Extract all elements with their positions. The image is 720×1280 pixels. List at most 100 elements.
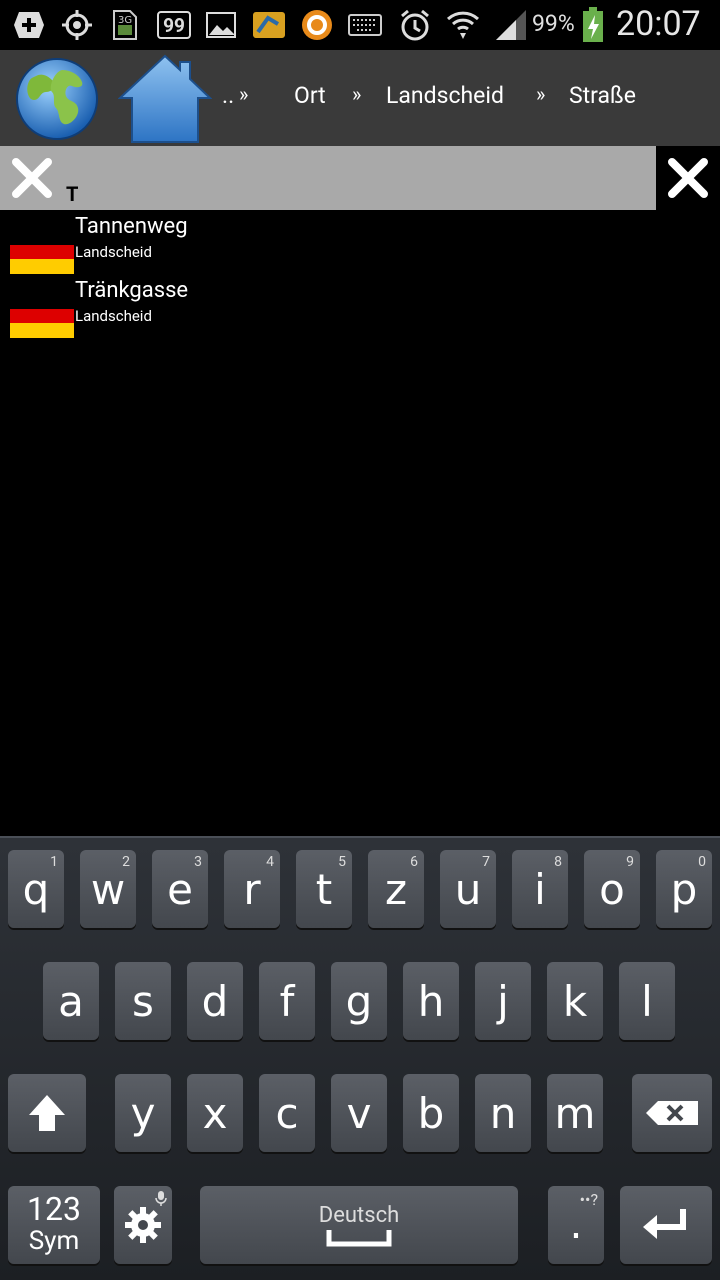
app-icon	[252, 8, 286, 42]
key-label: k	[562, 976, 588, 1026]
key[interactable]: y	[115, 1074, 171, 1152]
key-number-hint: 1	[50, 854, 58, 870]
clear-search-icon[interactable]	[10, 156, 54, 200]
space-key[interactable]: Deutsch	[200, 1186, 518, 1264]
key-label: i	[534, 864, 546, 914]
key[interactable]: x	[187, 1074, 243, 1152]
key-number-hint: 3	[194, 854, 202, 870]
list-item[interactable]: Tannenweg Landscheid	[0, 210, 720, 274]
key[interactable]: a	[43, 962, 99, 1040]
key-label: s	[132, 976, 154, 1026]
key-label: u	[454, 864, 482, 914]
battery-percentage: 99%	[532, 10, 575, 37]
key[interactable]: b	[403, 1074, 459, 1152]
key[interactable]: 4r	[224, 850, 280, 928]
breadcrumb-ort[interactable]: Ort	[294, 82, 326, 109]
keyboard-icon	[348, 8, 382, 42]
key-label: b	[417, 1088, 445, 1138]
key[interactable]: n	[475, 1074, 531, 1152]
key[interactable]: j	[475, 962, 531, 1040]
key-label: e	[167, 864, 193, 914]
breadcrumb-strasse[interactable]: Straße	[569, 82, 636, 109]
key[interactable]: k	[547, 962, 603, 1040]
breadcrumb-separator: »	[239, 82, 249, 106]
breadcrumb-bar: .. » Ort » Landscheid » Straße	[0, 50, 720, 146]
key[interactable]: m	[547, 1074, 603, 1152]
globe-icon[interactable]	[14, 56, 100, 142]
wifi-icon	[446, 8, 480, 42]
key-label: n	[489, 1088, 517, 1138]
key[interactable]: f	[259, 962, 315, 1040]
key-label: f	[279, 976, 295, 1026]
breadcrumb-parent[interactable]: ..	[222, 82, 234, 109]
list-item[interactable]: Tränkgasse Landscheid	[0, 274, 720, 338]
period-key[interactable]: ••? .	[548, 1186, 604, 1264]
key-number-hint: 7	[482, 854, 490, 870]
street-name: Tannenweg	[75, 214, 188, 239]
key[interactable]: 8i	[512, 850, 568, 928]
orange-ring-icon	[300, 8, 334, 42]
key[interactable]: 3e	[152, 850, 208, 928]
enter-key[interactable]	[620, 1186, 712, 1264]
germany-flag-icon	[10, 230, 74, 274]
shift-key[interactable]	[8, 1074, 86, 1152]
key-label: d	[201, 976, 229, 1026]
search-input[interactable]: T	[66, 182, 78, 206]
key-label: w	[90, 864, 126, 914]
street-name: Tränkgasse	[75, 278, 189, 303]
key[interactable]: c	[259, 1074, 315, 1152]
microphone-icon	[155, 1191, 167, 1206]
key-label: r	[243, 864, 261, 914]
key-label: c	[275, 1088, 299, 1138]
key-label: p	[670, 864, 698, 914]
key-label: l	[641, 976, 653, 1026]
search-field[interactable]: T	[0, 146, 656, 210]
battery-charging-icon	[580, 7, 606, 42]
symbols-key-label: Sym	[28, 1226, 80, 1256]
breadcrumb-landscheid[interactable]: Landscheid	[386, 82, 504, 109]
add-icon	[12, 8, 46, 42]
settings-key[interactable]	[114, 1186, 172, 1264]
key-label: h	[417, 976, 445, 1026]
key[interactable]: v	[331, 1074, 387, 1152]
key[interactable]: 1q	[8, 850, 64, 928]
backspace-key[interactable]	[632, 1074, 712, 1152]
notification-99-icon: 99	[156, 8, 192, 42]
key[interactable]: 6z	[368, 850, 424, 928]
key-label: t	[315, 864, 333, 914]
street-town: Landscheid	[75, 307, 152, 325]
key[interactable]: 5t	[296, 850, 352, 928]
key-label: y	[130, 1088, 156, 1138]
symbols-key[interactable]: 123 Sym	[8, 1186, 100, 1264]
breadcrumb-separator: »	[352, 82, 362, 106]
status-bar: 3G 99 99% 20:07	[0, 0, 720, 50]
key-label: a	[58, 976, 84, 1026]
key-label: q	[22, 864, 50, 914]
key-label: v	[346, 1088, 372, 1138]
key[interactable]: l	[619, 962, 675, 1040]
key[interactable]: 9o	[584, 850, 640, 928]
gps-icon	[60, 8, 94, 42]
key[interactable]: 0p	[656, 850, 712, 928]
key-label: o	[599, 864, 625, 914]
key-number-hint: 9	[626, 854, 634, 870]
key[interactable]: h	[403, 962, 459, 1040]
key[interactable]: 2w	[80, 850, 136, 928]
key-label: x	[202, 1088, 228, 1138]
germany-flag-icon	[10, 294, 74, 338]
home-icon[interactable]	[117, 54, 213, 144]
breadcrumb-separator: »	[536, 82, 546, 106]
key[interactable]: 7u	[440, 850, 496, 928]
key-number-hint: 4	[266, 854, 274, 870]
key-number-hint: 0	[698, 854, 706, 870]
key[interactable]: d	[187, 962, 243, 1040]
close-icon[interactable]	[656, 146, 720, 210]
signal-icon	[494, 8, 528, 42]
space-key-label: Deutsch	[318, 1202, 400, 1228]
key[interactable]: g	[331, 962, 387, 1040]
key[interactable]: s	[115, 962, 171, 1040]
key-number-hint: 8	[554, 854, 562, 870]
soft-keyboard: 123 Sym Deutsch ••? . 1q2w3e4r5t6z7u8i9o…	[0, 836, 720, 1280]
key-number-hint: 6	[410, 854, 418, 870]
image-icon	[204, 8, 238, 42]
